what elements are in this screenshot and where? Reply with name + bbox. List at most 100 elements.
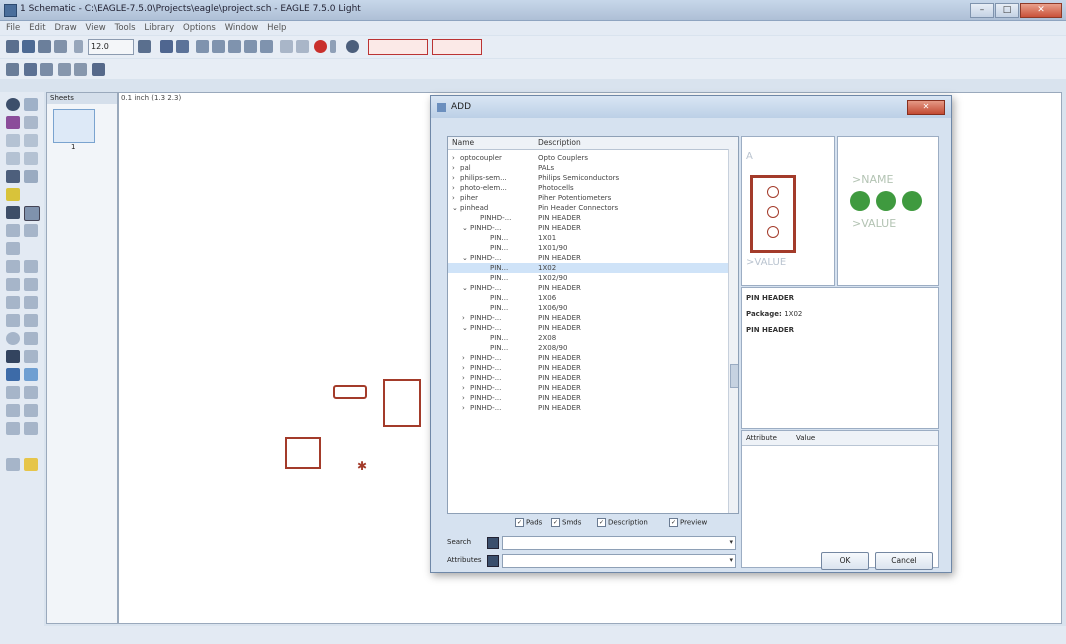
text-tool-icon[interactable] (24, 314, 38, 327)
print-icon[interactable] (38, 40, 51, 53)
value-column[interactable]: Value (796, 434, 815, 442)
attribute-tool-icon[interactable] (6, 404, 20, 417)
go-icon[interactable] (330, 40, 336, 53)
expand-icon[interactable]: ⌄ (462, 223, 468, 233)
delete-tool-icon[interactable] (6, 206, 20, 219)
search-icon[interactable] (487, 537, 499, 549)
tree-row[interactable]: ⌄ PINHD-... PIN HEADER (448, 283, 728, 293)
zoom-redraw-icon[interactable] (244, 40, 257, 53)
open-icon[interactable] (6, 40, 19, 53)
zoom-fit-icon[interactable] (196, 40, 209, 53)
tree-row[interactable]: › photo-elem... Photocells (448, 183, 728, 193)
tree-row[interactable]: › PINHD-... PIN HEADER (448, 353, 728, 363)
warning-tool-icon[interactable] (24, 458, 38, 471)
menu-window[interactable]: Window (225, 21, 259, 35)
replace-tool-icon[interactable] (6, 242, 20, 255)
pads-checkbox[interactable]: ✓ Pads (515, 518, 542, 527)
schematic-part-header[interactable] (383, 379, 421, 427)
description-checkbox[interactable]: ✓ Description (597, 518, 648, 527)
tree-row[interactable]: PIN... 1X02 (448, 263, 728, 273)
chevron-down-icon[interactable]: ▾ (729, 538, 733, 546)
layer-combo-1[interactable] (368, 39, 428, 55)
sheet-thumbnail[interactable] (53, 109, 95, 143)
zoom-in-icon[interactable] (212, 40, 225, 53)
expand-icon[interactable]: ⌄ (452, 203, 458, 213)
attribute-column[interactable]: Attribute (746, 434, 777, 442)
miter-tool-icon[interactable] (24, 278, 38, 291)
group-tool-icon[interactable] (6, 170, 20, 183)
circle-tool-icon[interactable] (6, 332, 20, 345)
rect-tool-icon[interactable] (6, 350, 20, 363)
schematic-part-symbol[interactable]: ✱ (357, 459, 371, 473)
erc-tool-icon[interactable] (6, 422, 20, 435)
invoke-tool-icon[interactable] (24, 296, 38, 309)
split-tool-icon[interactable] (6, 296, 20, 309)
label-tool-icon[interactable] (24, 386, 38, 399)
redo-icon[interactable] (296, 40, 309, 53)
expand-icon[interactable]: ⌄ (462, 323, 468, 333)
expand-icon[interactable]: ⌄ (462, 253, 468, 263)
expand-icon[interactable]: › (462, 403, 465, 413)
net-tool-icon[interactable] (24, 368, 38, 381)
tree-row[interactable]: › PINHD-... PIN HEADER (448, 373, 728, 383)
expand-icon[interactable]: › (452, 173, 455, 183)
info-icon[interactable] (40, 63, 53, 76)
eye-tool-icon[interactable] (24, 98, 38, 111)
mirror-tool-icon[interactable] (6, 152, 20, 165)
pinswap-tool-icon[interactable] (6, 224, 20, 237)
tree-row[interactable]: PIN... 1X01/90 (448, 243, 728, 253)
preview-checkbox[interactable]: ✓ Preview (669, 518, 707, 527)
display-icon[interactable] (92, 63, 105, 76)
tree-row[interactable]: › PINHD-... PIN HEADER (448, 403, 728, 413)
zoom-out-icon[interactable] (228, 40, 241, 53)
tree-row[interactable]: › PINHD-... PIN HEADER (448, 363, 728, 373)
layer-combo-2[interactable] (432, 39, 482, 55)
smash-tool-icon[interactable] (6, 278, 20, 291)
tree-row[interactable]: › philips-sem... Philips Semiconductors (448, 173, 728, 183)
tree-row[interactable]: › PINHD-... PIN HEADER (448, 313, 728, 323)
search-input[interactable]: ▾ (502, 536, 736, 550)
library-tree[interactable]: Name Description › optocoupler Opto Couple… (447, 136, 739, 514)
cancel-button[interactable]: Cancel (875, 552, 933, 570)
expand-icon[interactable]: › (462, 313, 465, 323)
change-tool-icon[interactable] (24, 170, 38, 183)
menu-help[interactable]: Help (267, 21, 286, 35)
menu-options[interactable]: Options (183, 21, 216, 35)
expand-icon[interactable]: › (452, 153, 455, 163)
expand-icon[interactable]: › (462, 373, 465, 383)
menu-edit[interactable]: Edit (29, 21, 45, 35)
column-description[interactable]: Description (538, 138, 581, 147)
grid-combo[interactable]: 12.0 (88, 39, 134, 55)
rotate-tool-icon[interactable] (24, 152, 38, 165)
pencil-tool-icon[interactable] (6, 116, 20, 129)
wire-tool-icon[interactable] (6, 314, 20, 327)
schematic-part-box[interactable] (285, 437, 321, 469)
expand-icon[interactable]: › (462, 353, 465, 363)
expand-icon[interactable]: › (462, 363, 465, 373)
expand-icon[interactable]: › (462, 383, 465, 393)
tree-row[interactable]: › piher Piher Potentiometers (448, 193, 728, 203)
value-tool-icon[interactable] (24, 260, 38, 273)
expand-icon[interactable]: › (452, 163, 455, 173)
tree-row[interactable]: › pal PALs (448, 163, 728, 173)
run-icon[interactable] (176, 40, 189, 53)
tree-row[interactable]: PIN... 1X02/90 (448, 273, 728, 283)
grid-icon[interactable] (6, 63, 19, 76)
info-tool-icon[interactable] (6, 98, 20, 111)
script-icon[interactable] (160, 40, 173, 53)
menu-tools[interactable]: Tools (115, 21, 136, 35)
menu-view[interactable]: View (86, 21, 106, 35)
add-tool-icon[interactable] (24, 206, 40, 221)
move-tool-icon[interactable] (6, 134, 20, 147)
expand-icon[interactable]: ⌄ (462, 283, 468, 293)
tree-scrollbar[interactable] (728, 149, 738, 513)
show-icon[interactable] (58, 63, 71, 76)
dimension-tool-icon[interactable] (24, 404, 38, 417)
tree-row[interactable]: PIN... 2X08/90 (448, 343, 728, 353)
tree-row[interactable]: PIN... 1X01 (448, 233, 728, 243)
tree-row[interactable]: PIN... 1X06 (448, 293, 728, 303)
junction-tool-icon[interactable] (6, 386, 20, 399)
tree-row[interactable]: › optocoupler Opto Couplers (448, 153, 728, 163)
dialog-close-button[interactable]: ✕ (907, 100, 945, 115)
expand-icon[interactable]: › (452, 183, 455, 193)
